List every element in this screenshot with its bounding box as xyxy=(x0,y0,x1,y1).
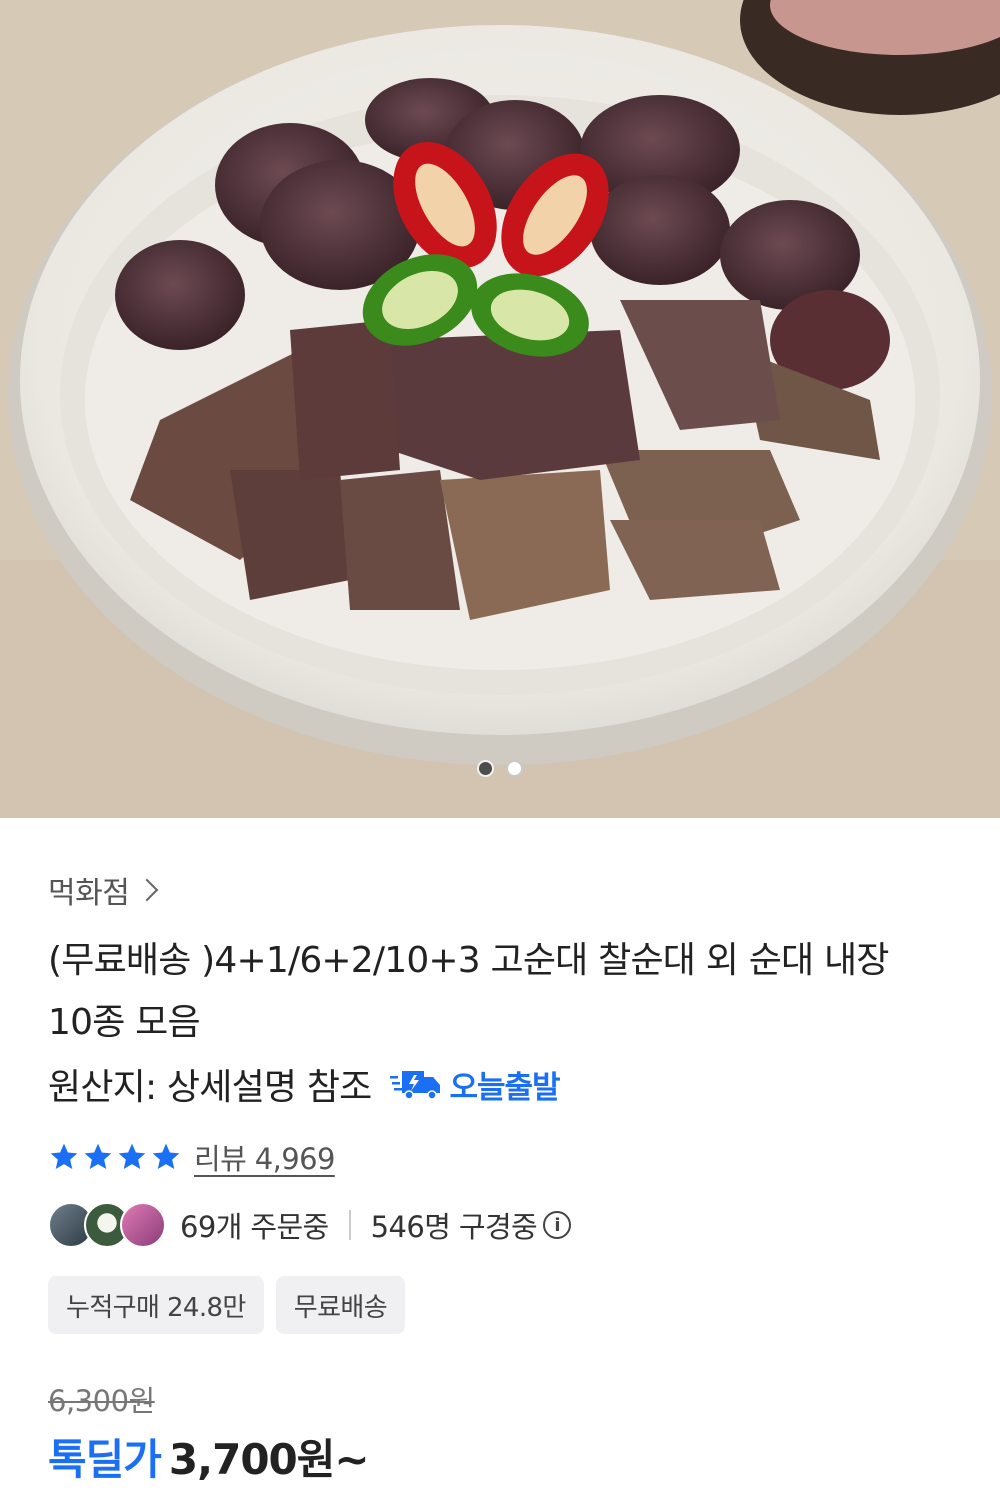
seller-name: 먹화점 xyxy=(48,876,130,911)
info-icon[interactable]: i xyxy=(543,1211,572,1239)
deal-label: 톡딜가 xyxy=(48,1435,162,1484)
viewing-count: 546명 구경중 xyxy=(370,1210,538,1244)
original-price: 6,300원 xyxy=(48,1384,155,1418)
deal-price: 3,700원~ xyxy=(168,1435,370,1484)
origin-row: 원산지: 상세설명 참조 오늘출발 xyxy=(48,1058,561,1110)
product-title: (무료배송 )4+1/6+2/10+3 고순대 찰순대 외 순대 내장 10종 … xyxy=(48,940,889,1043)
product-tags: 누적구매 24.8만 무료배송 xyxy=(48,1276,406,1334)
product-photo xyxy=(0,0,1000,818)
star-icon xyxy=(50,1143,78,1169)
rating-stars xyxy=(48,1141,182,1173)
gallery-dot-1[interactable] xyxy=(477,760,494,777)
product-image-gallery[interactable] xyxy=(0,0,1000,818)
star-icon xyxy=(152,1143,180,1169)
buyer-avatars xyxy=(48,1202,166,1248)
star-icon xyxy=(118,1143,146,1169)
deal-price-row: 톡딜가 3,700원~ xyxy=(48,1426,370,1487)
gallery-dot-2[interactable] xyxy=(506,760,523,777)
origin-text: 원산지: 상세설명 참조 xyxy=(48,1067,372,1108)
tag-cumulative-purchase: 누적구매 24.8만 xyxy=(48,1276,264,1334)
social-proof-row: 69개 주문중 546명 구경중 i xyxy=(48,1202,572,1248)
today-shipping-badge: 오늘출발 xyxy=(389,1062,561,1107)
today-shipping-label: 오늘출발 xyxy=(449,1069,561,1106)
gallery-pagination xyxy=(0,760,1000,777)
tag-free-shipping: 무료배송 xyxy=(275,1276,406,1334)
chevron-right-icon xyxy=(135,878,159,902)
star-icon xyxy=(84,1143,112,1169)
review-count-link[interactable]: 리뷰 4,969 xyxy=(194,1136,335,1178)
seller-link[interactable]: 먹화점 xyxy=(48,868,159,912)
rating-row[interactable]: 리뷰 4,969 xyxy=(48,1136,335,1178)
divider xyxy=(348,1210,351,1240)
ordering-count: 69개 주문중 xyxy=(180,1210,329,1244)
delivery-truck-icon xyxy=(389,1071,440,1100)
avatar xyxy=(120,1202,166,1248)
